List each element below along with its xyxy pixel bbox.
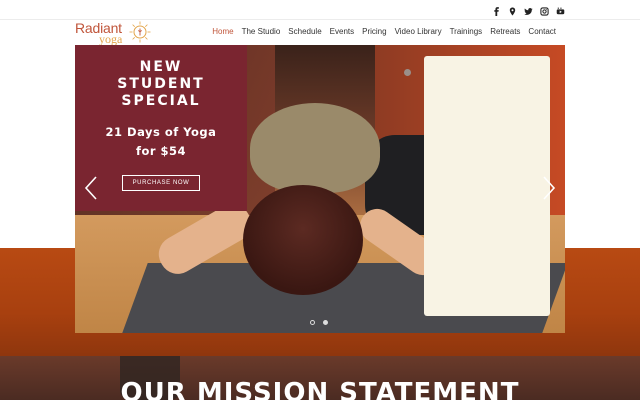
hero-photo-head xyxy=(243,185,363,295)
photo-light-dot xyxy=(404,69,411,76)
nav-item-home[interactable]: Home xyxy=(208,27,237,36)
social-links xyxy=(491,5,565,17)
twitter-icon[interactable] xyxy=(523,5,533,17)
nav-item-video-library[interactable]: Video Library xyxy=(391,27,446,36)
nav-item-the-studio[interactable]: The Studio xyxy=(238,27,285,36)
facebook-icon[interactable] xyxy=(491,5,501,17)
side-card xyxy=(424,56,550,316)
mission-section: OUR MISSION STATEMENT xyxy=(0,356,640,400)
map-pin-icon[interactable] xyxy=(507,5,517,17)
main-nav: Home The Studio Schedule Events Pricing … xyxy=(208,27,560,36)
promo-subtitle: 21 Days of Yoga for $54 xyxy=(105,125,217,158)
slider-dots xyxy=(310,320,328,325)
slider-prev-arrow-icon[interactable] xyxy=(83,175,99,201)
nav-item-retreats[interactable]: Retreats xyxy=(486,27,524,36)
promo-panel: NEW STUDENT SPECIAL 21 Days of Yoga for … xyxy=(75,45,247,211)
hero-slider[interactable]: NEW STUDENT SPECIAL 21 Days of Yoga for … xyxy=(75,45,565,333)
page: Radiant yoga Home The Studio Schedule Ev… xyxy=(0,0,640,400)
slider-dot-1[interactable] xyxy=(310,320,315,325)
nav-item-pricing[interactable]: Pricing xyxy=(358,27,390,36)
nav-item-contact[interactable]: Contact xyxy=(524,27,560,36)
site-logo[interactable]: Radiant yoga xyxy=(75,20,151,46)
sun-icon xyxy=(129,21,151,43)
hero-photo-shirt xyxy=(250,103,380,193)
instagram-icon[interactable] xyxy=(539,5,549,17)
promo-title: NEW STUDENT SPECIAL xyxy=(117,59,205,109)
mission-title: OUR MISSION STATEMENT xyxy=(120,378,520,400)
nav-item-events[interactable]: Events xyxy=(326,27,358,36)
logo-wordmark: Radiant yoga xyxy=(75,20,129,46)
purchase-now-button[interactable]: PURCHASE NOW xyxy=(121,175,201,191)
youtube-icon[interactable] xyxy=(555,5,565,17)
slider-dot-2[interactable] xyxy=(323,320,328,325)
nav-item-schedule[interactable]: Schedule xyxy=(284,27,325,36)
nav-item-trainings[interactable]: Trainings xyxy=(446,27,487,36)
slider-next-arrow-icon[interactable] xyxy=(541,175,557,201)
